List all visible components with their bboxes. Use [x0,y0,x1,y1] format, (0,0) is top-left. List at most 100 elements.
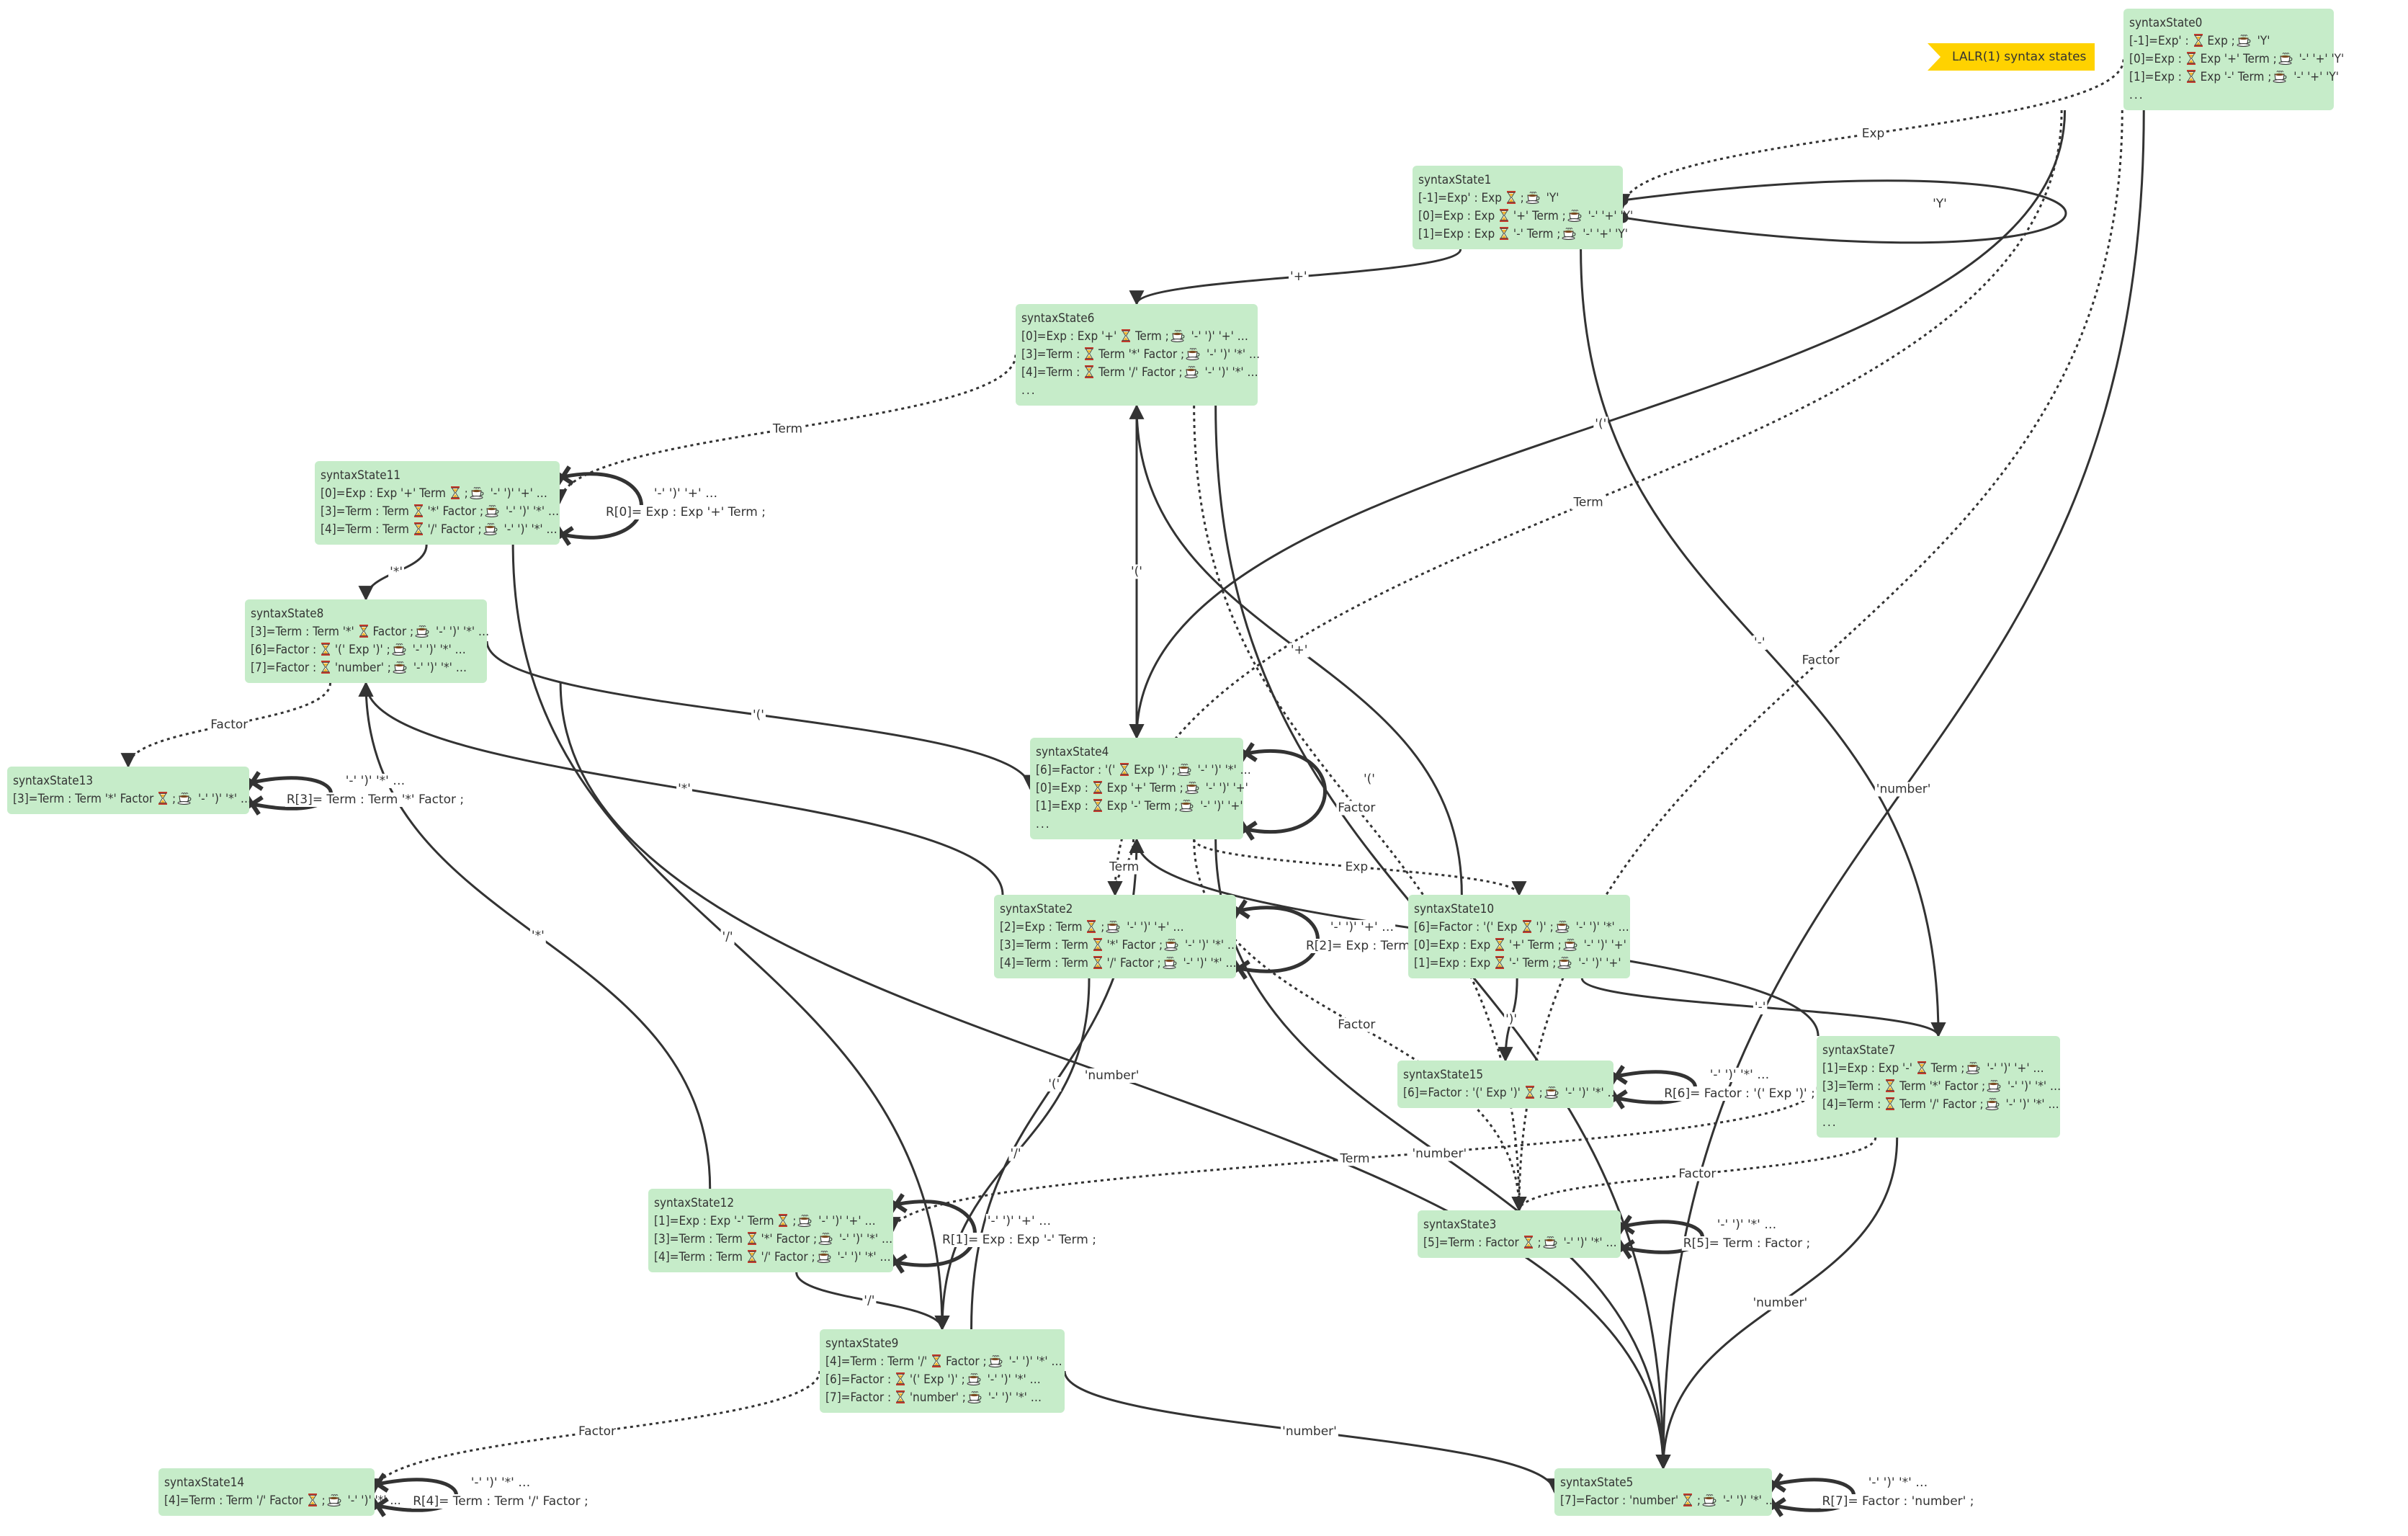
edge-lookahead-label: '-' ')' '*' … [1710,1068,1770,1082]
state-node-syntaxState15[interactable]: syntaxState15 [6]=Factor : '(' Exp ')' ; … [1397,1061,1619,1108]
item-lookahead: '-' '+' 'Y' [1579,227,1628,241]
coffee-cup-icon [967,1391,982,1403]
state-title: syntaxState14 [164,1475,245,1490]
item-suffix: '(' Exp ')' ; [331,643,390,657]
item-lookahead: '-' ')' '*' … [1561,1086,1619,1100]
state-node-syntaxState8[interactable]: syntaxState8 [3]=Term : Term '*' Factor ;… [245,599,489,683]
coffee-cup-icon [415,625,429,638]
lr-item: [1]=Exp : Exp '-' Term ; '-' '+' 'Y' [1418,226,1628,244]
item-suffix: Term '*' Factor ; [1896,1079,1986,1094]
item-suffix: ; [1097,920,1105,934]
state-node-syntaxState3[interactable]: syntaxState3 [5]=Term : Factor ; '-' ')' … [1418,1210,1621,1258]
edge-label: '+' [1291,643,1308,658]
item-lookahead: 'Y' [2253,34,2270,48]
hourglass-icon [2186,52,2196,65]
state-title: syntaxState2 [1000,902,1073,916]
item-lookahead: '-' ')' '*' … [408,643,466,657]
state-title: syntaxState8 [251,607,324,621]
edge-label: '-' [1754,635,1765,650]
item-suffix: '*' Factor ; [757,1232,818,1246]
edge-label: Term [1572,496,1603,510]
coffee-cup-icon [967,1373,981,1385]
coffee-cup-icon [483,523,498,535]
item-prefix: [3]=Term : Term '*' [251,625,358,639]
coffee-cup-icon [485,505,499,517]
hourglass-icon [2193,34,2203,47]
hourglass-icon [359,625,368,638]
item-suffix: Factor ; [369,625,414,639]
lr-item: [6]=Factor : '(' Exp ')' ; '-' ')' '*' … [825,1371,1056,1389]
item-lookahead: '-' ')' '*' … [1559,1236,1617,1250]
coffee-cup-icon [818,1233,833,1245]
state-node-syntaxState1[interactable]: syntaxState1 [-1]=Exp' : Exp ; 'Y' [0]=Exp… [1413,166,1633,249]
state-node-syntaxState6[interactable]: syntaxState6 [0]=Exp : Exp '+' Term ; '-'… [1016,304,1260,406]
item-prefix: [-1]=Exp' : [2129,34,2193,48]
coffee-cup-icon [1186,348,1200,360]
hourglass-icon [1506,191,1516,204]
state-node-syntaxState5[interactable]: syntaxState5 [7]=Factor : 'number' ; '-' … [1554,1468,1776,1516]
item-suffix: Term ; [1927,1061,1965,1076]
item-prefix: [4]=Term : [1822,1097,1885,1112]
lr-item: [0]=Exp : Exp '+' Term ; '-' '+' 'Y' [2129,50,2344,68]
item-suffix: '*' Factor ; [1103,938,1163,952]
item-lookahead: '-' ')' '*' … [502,504,560,519]
coffee-cup-icon [2273,71,2287,83]
state-node-syntaxState11[interactable]: syntaxState11 [0]=Exp : Exp '+' Term ; '-… [315,461,560,545]
state-title: syntaxState12 [654,1196,735,1210]
edge-label: Factor [1678,1167,1716,1182]
coffee-cup-icon [1179,800,1194,812]
coffee-cup-icon [1966,1062,1980,1074]
state-node-syntaxState9[interactable]: syntaxState9 [4]=Term : Term '/' Factor ;… [820,1329,1065,1413]
coffee-cup-icon [797,1215,812,1227]
edge-reduce-label: R[6]= Factor : '(' Exp ')' ; [1664,1086,1815,1101]
state-node-syntaxState13[interactable]: syntaxState13 [3]=Term : Term '*' Factor … [7,767,251,814]
item-prefix: [3]=Term : Term [1000,938,1092,952]
edge-label: ')' [1505,1012,1517,1027]
lr-item: [3]=Term : Term '*' Factor ; '-' ')' '*'… [321,503,559,521]
item-lookahead: '-' ')' '*' … [1572,920,1629,934]
hourglass-icon [1495,956,1505,969]
edge-label: 'number' [1412,1147,1467,1161]
lr-item: [7]=Factor : 'number' ; '-' ')' '*' … [1560,1492,1776,1510]
state-node-syntaxState14[interactable]: syntaxState14 [4]=Term : Term '/' Factor … [158,1468,401,1516]
item-prefix: [1]=Exp : [1036,799,1092,813]
state-node-syntaxState4[interactable]: syntaxState4 [6]=Factor : '(' Exp ')' ; '… [1030,738,1251,839]
coffee-cup-icon [1185,782,1199,794]
hourglass-icon [1886,1079,1895,1092]
edge-label: '(' [753,707,764,722]
item-lookahead: '-' ')' '+' … [1123,920,1184,934]
state-node-syntaxState0[interactable]: syntaxState0 [-1]=Exp' : Exp ; 'Y' [0]=Exp… [2123,9,2344,110]
hourglass-icon [1525,1086,1534,1099]
coffee-cup-icon [1555,921,1570,933]
state-title: syntaxState7 [1822,1043,1896,1058]
item-lookahead: '-' ')' '*' … [2002,1097,2059,1112]
coffee-cup-icon [392,643,406,656]
lr-item: [3]=Term : Term '*' Factor ; '-' ')' '*'… [1822,1078,2061,1096]
lr-item: [4]=Term : Term '/' Factor ; '-' ')' '*'… [654,1249,891,1267]
edge-label: Exp [1862,126,1885,140]
lr-item: [0]=Exp : Exp '+' Term ; '-' '+' 'Y' [1418,207,1633,226]
edge-label: Term [772,421,802,436]
state-title: syntaxState5 [1560,1475,1634,1490]
item-suffix: Factor ; [942,1354,987,1369]
state-node-syntaxState10[interactable]: syntaxState10 [6]=Factor : '(' Exp ')' ; … [1408,895,1630,978]
state-node-syntaxState2[interactable]: syntaxState2 [2]=Exp : Term ; '-' ')' '+'… [994,895,1238,978]
item-lookahead: '-' ')' '*' … [500,522,558,537]
edge-lookahead-label: '-' ')' '+' … [1330,920,1394,934]
state-node-syntaxState7[interactable]: syntaxState7 [1]=Exp : Exp '-' Term ; '-'… [1817,1036,2061,1138]
hourglass-icon [1085,365,1094,378]
more-items-ellipsis: ... [2129,88,2144,102]
item-lookahead: '-' ')' '*' … [1179,956,1237,970]
coffee-cup-icon [1985,1098,2000,1110]
item-prefix: [1]=Exp : Exp [1418,227,1499,241]
lr-item: [0]=Exp : Exp '+' Term ; '-' ')' '+' … [1021,328,1249,346]
item-prefix: [0]=Exp : Exp [1414,938,1495,952]
more-items-ellipsis: ... [1822,1115,1838,1130]
lr-item: [7]=Factor : 'number' ; '-' ')' '*' … [825,1389,1056,1407]
coffee-cup-icon [327,1494,341,1506]
edge-label: Exp [1346,860,1369,875]
item-prefix: [3]=Term : Term [321,504,413,519]
state-node-syntaxState12[interactable]: syntaxState12 [1]=Exp : Exp '-' Term ; '-… [648,1189,893,1272]
item-prefix: [6]=Factor : '(' Exp ')' [1403,1086,1524,1100]
item-prefix: [0]=Exp : Exp '+' Term [321,486,449,501]
